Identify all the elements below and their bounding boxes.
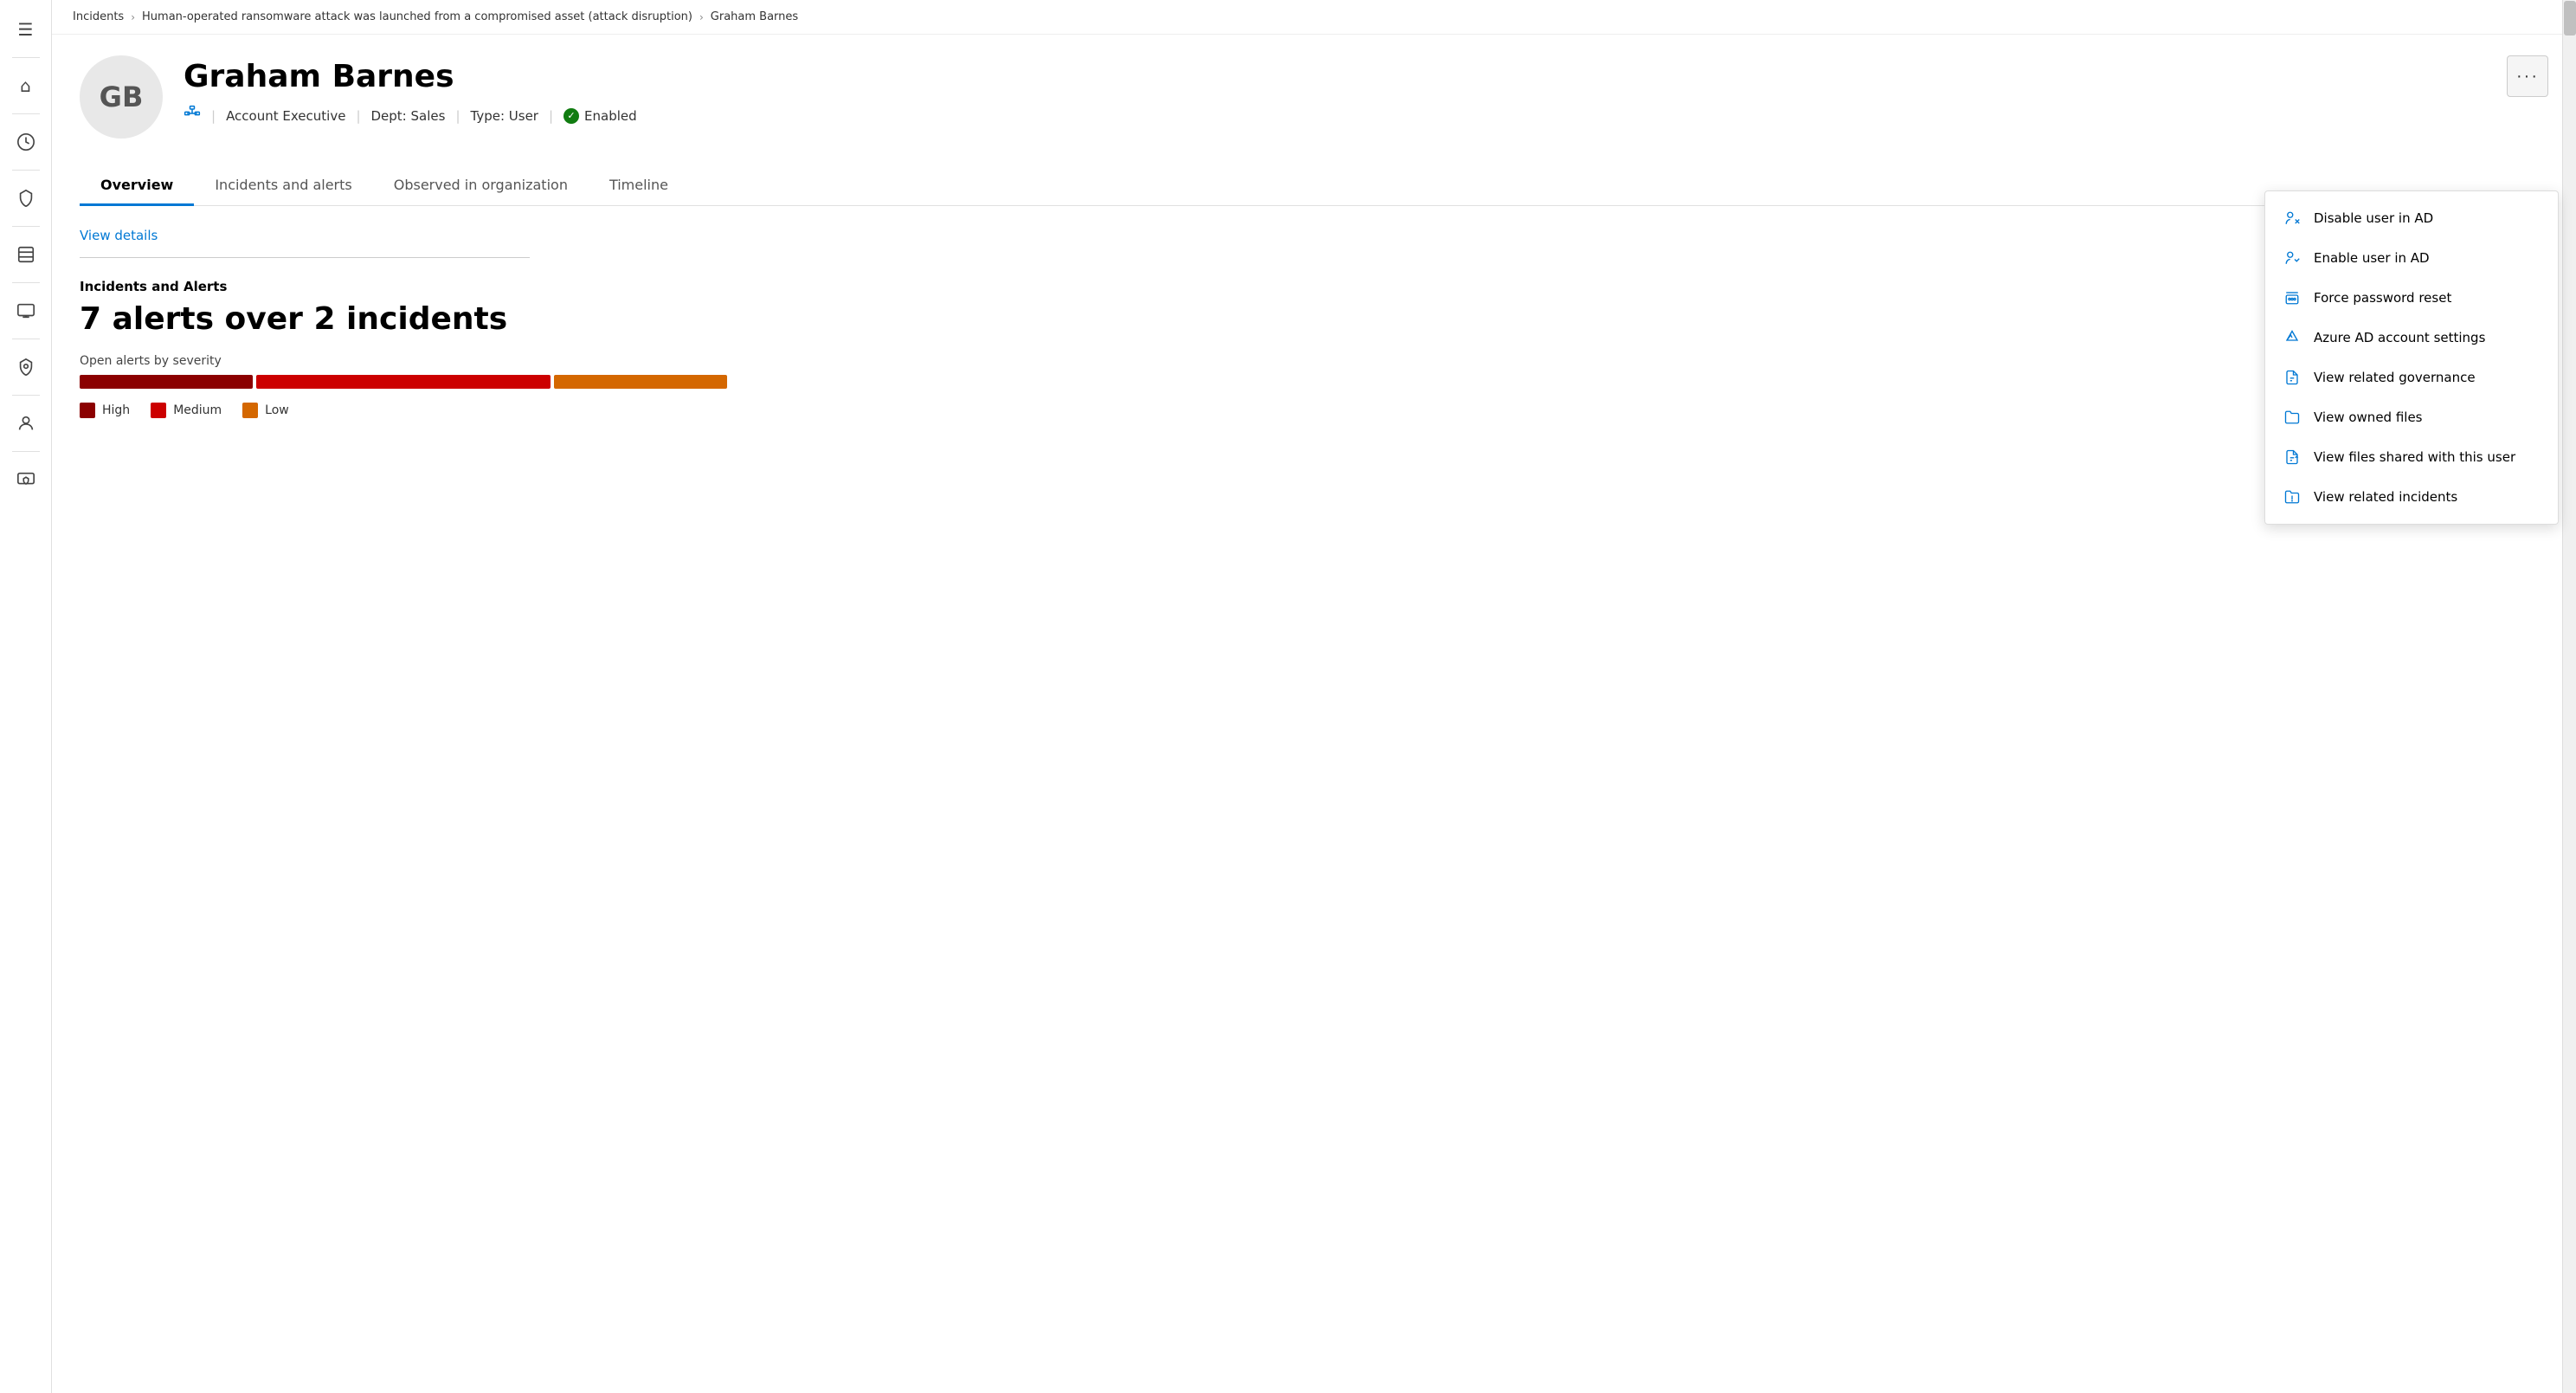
shield-icon[interactable] — [7, 179, 45, 217]
menu-azure-ad[interactable]: Azure AD account settings — [2265, 318, 2558, 358]
menu-force-password[interactable]: Force password reset — [2265, 278, 2558, 318]
main-content: Incidents › Human-operated ransomware at… — [52, 0, 2576, 1393]
meta-sep-1: | — [356, 108, 360, 124]
person-enable-icon — [2283, 250, 2302, 266]
scrollbar-thumb[interactable] — [2564, 1, 2576, 35]
tabs: Overview Incidents and alerts Observed i… — [80, 166, 2548, 206]
severity-label: Open alerts by severity — [80, 354, 2548, 368]
status-label: Enabled — [584, 108, 637, 124]
dropdown-menu: Disable user in AD Enable user in AD For… — [2264, 190, 2559, 525]
view-details-link[interactable]: View details — [80, 228, 158, 243]
incidents-icon — [2283, 489, 2302, 505]
sidebar-divider-1 — [12, 57, 40, 58]
eye-shield-icon[interactable] — [7, 348, 45, 386]
menu-label-owned-files: View owned files — [2314, 410, 2423, 425]
sidebar-divider-4 — [12, 226, 40, 227]
sidebar-divider-2 — [12, 113, 40, 114]
home-icon[interactable]: ⌂ — [7, 67, 45, 105]
menu-label-governance: View related governance — [2314, 370, 2476, 385]
user-type: Type: User — [471, 108, 538, 124]
tab-timeline[interactable]: Timeline — [589, 166, 689, 206]
avatar: GB — [80, 55, 163, 139]
tab-incidents-alerts[interactable]: Incidents and alerts — [194, 166, 372, 206]
shared-files-icon — [2283, 449, 2302, 465]
menu-label-shared-files: View files shared with this user — [2314, 449, 2515, 465]
legend-label-low: Low — [265, 403, 289, 417]
user-role: Account Executive — [226, 108, 345, 124]
breadcrumb-incident-detail[interactable]: Human-operated ransomware attack was lau… — [142, 10, 692, 23]
severity-bars — [80, 375, 2548, 389]
legend-label-high: High — [102, 403, 130, 417]
sidebar-divider-3 — [12, 170, 40, 171]
breadcrumb-incidents[interactable]: Incidents — [73, 10, 124, 23]
user-name: Graham Barnes — [184, 59, 2548, 94]
content-area: GB Graham Barnes | Account Execu — [52, 35, 2576, 1393]
sidebar-divider-8 — [12, 451, 40, 452]
user-meta: | Account Executive | Dept: Sales | Type… — [184, 105, 2548, 126]
clock-icon[interactable] — [7, 123, 45, 161]
user-dept: Dept: Sales — [371, 108, 446, 124]
scrollbar[interactable] — [2562, 0, 2576, 1393]
password-icon — [2283, 290, 2302, 306]
menu-label-enable: Enable user in AD — [2314, 250, 2430, 266]
list-icon[interactable] — [7, 235, 45, 274]
azure-icon — [2283, 330, 2302, 345]
legend-low: Low — [242, 403, 289, 418]
more-options-button[interactable]: ··· — [2507, 55, 2548, 97]
alerts-headline: 7 alerts over 2 incidents — [80, 301, 2548, 337]
user-header: GB Graham Barnes | Account Execu — [80, 55, 2548, 139]
legend-color-medium — [151, 403, 166, 418]
severity-legend: High Medium Low — [80, 403, 2548, 418]
menu-shared-files[interactable]: View files shared with this user — [2265, 437, 2558, 477]
legend-color-low — [242, 403, 258, 418]
person-disable-icon — [2283, 210, 2302, 226]
menu-label-password: Force password reset — [2314, 290, 2451, 306]
breadcrumb-sep-2: › — [699, 11, 704, 23]
meta-sep-2: | — [455, 108, 460, 124]
menu-label-incidents: View related incidents — [2314, 489, 2457, 505]
menu-governance[interactable]: View related governance — [2265, 358, 2558, 397]
files-icon — [2283, 410, 2302, 425]
bar-high — [80, 375, 253, 389]
menu-label-disable: Disable user in AD — [2314, 210, 2433, 226]
person-icon[interactable] — [7, 404, 45, 442]
device-icon[interactable] — [7, 292, 45, 330]
bar-low — [554, 375, 727, 389]
menu-enable-user[interactable]: Enable user in AD — [2265, 238, 2558, 278]
breadcrumb-sep-1: › — [131, 11, 135, 23]
user-info: Graham Barnes | Account Executive | — [184, 55, 2548, 126]
tab-observed[interactable]: Observed in organization — [373, 166, 589, 206]
menu-related-incidents[interactable]: View related incidents — [2265, 477, 2558, 517]
bar-medium — [256, 375, 551, 389]
org-icon — [184, 105, 201, 126]
legend-high: High — [80, 403, 130, 418]
breadcrumb-current-user: Graham Barnes — [711, 10, 798, 23]
legend-label-medium: Medium — [173, 403, 222, 417]
details-divider — [80, 257, 530, 258]
menu-owned-files[interactable]: View owned files — [2265, 397, 2558, 437]
monitor-shield-icon[interactable] — [7, 461, 45, 499]
menu-disable-user[interactable]: Disable user in AD — [2265, 198, 2558, 238]
sidebar-divider-7 — [12, 395, 40, 396]
sidebar: ☰ ⌂ — [0, 0, 52, 1393]
tab-overview[interactable]: Overview — [80, 166, 194, 206]
menu-label-azure: Azure AD account settings — [2314, 330, 2485, 345]
meta-sep-3: | — [549, 108, 553, 124]
sidebar-divider-5 — [12, 282, 40, 283]
governance-icon — [2283, 370, 2302, 385]
legend-color-high — [80, 403, 95, 418]
meta-sep-0: | — [211, 108, 216, 124]
section-title: Incidents and Alerts — [80, 279, 2548, 294]
breadcrumb: Incidents › Human-operated ransomware at… — [52, 0, 2576, 35]
status-dot: ✓ — [564, 108, 579, 124]
menu-icon[interactable]: ☰ — [7, 10, 45, 48]
user-status: ✓ Enabled — [564, 108, 637, 124]
legend-medium: Medium — [151, 403, 222, 418]
